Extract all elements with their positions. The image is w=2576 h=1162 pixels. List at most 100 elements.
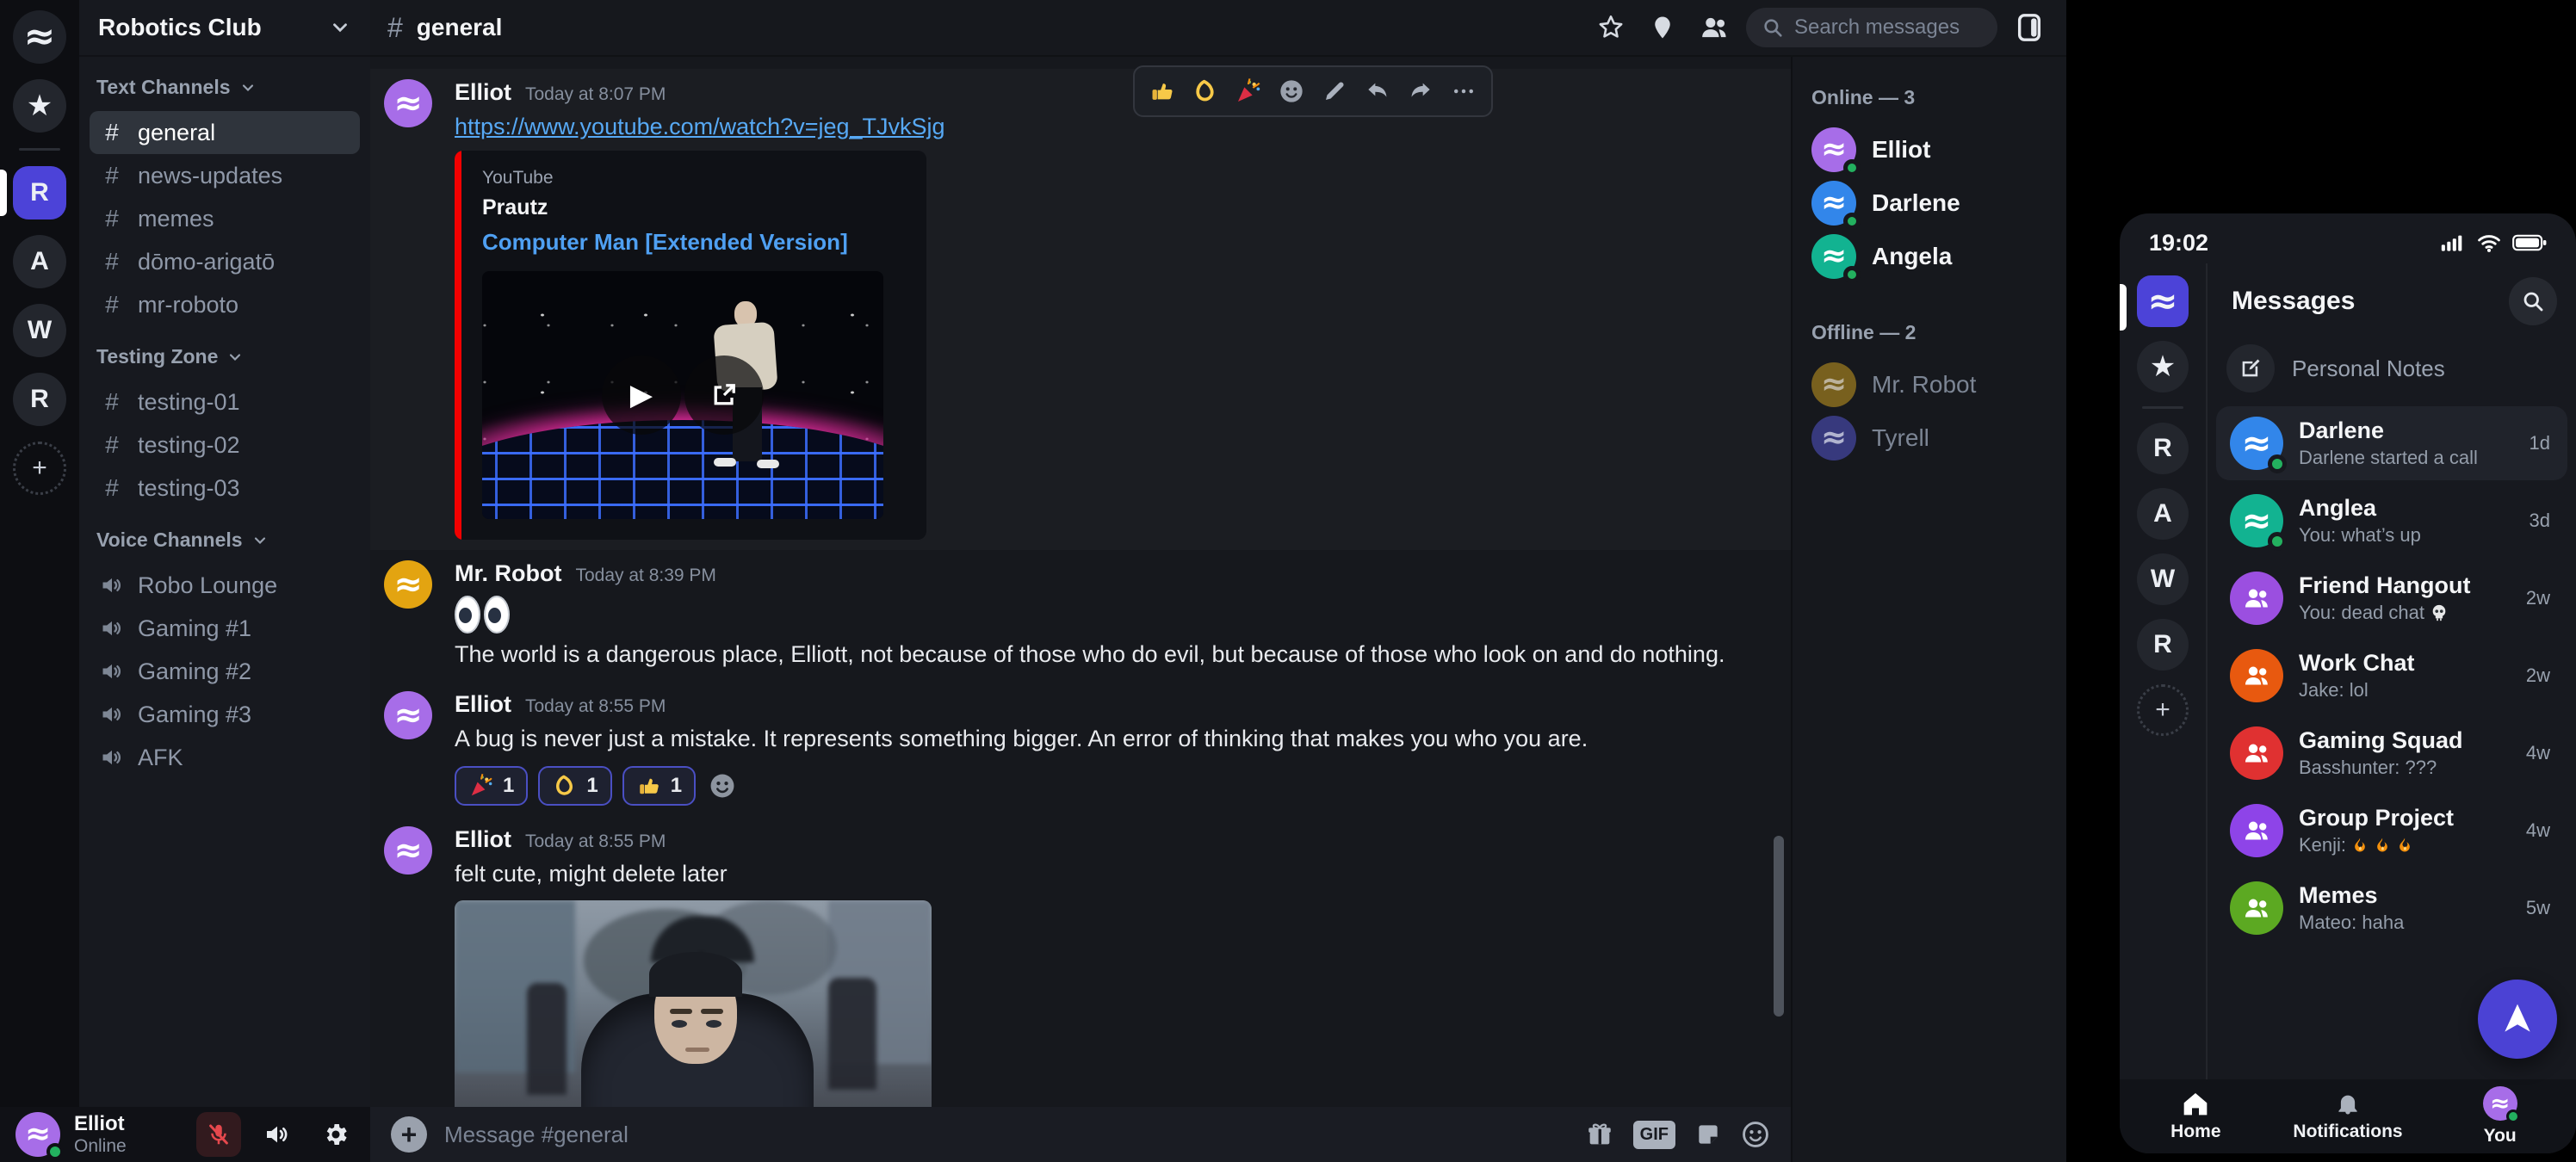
message-author[interactable]: Mr. Robot [455, 560, 561, 587]
voice-gaming-2[interactable]: Gaming #2 [90, 650, 360, 693]
channel-testing-02[interactable]: #testing-02 [90, 423, 360, 467]
reply-arrow-icon [1364, 77, 1391, 105]
toggle-panel-button[interactable] [2009, 8, 2049, 47]
member-elliot[interactable]: ≈ Elliot [1811, 123, 2047, 176]
add-reaction-button[interactable] [1273, 74, 1310, 108]
member-darlene[interactable]: ≈ Darlene [1811, 176, 2047, 230]
server-r2[interactable]: R [2137, 619, 2189, 671]
reply-button[interactable] [1359, 74, 1396, 108]
chat-group-project[interactable]: Group Project Kenji: 4w [2216, 794, 2567, 868]
voice-gaming-3[interactable]: Gaming #3 [90, 693, 360, 736]
voice-robo-lounge[interactable]: Robo Lounge [90, 564, 360, 607]
message-mr-robot[interactable]: ≈ Mr. Robot Today at 8:39 PM The world i… [370, 550, 1791, 680]
server-w[interactable]: W [13, 304, 66, 357]
search-button[interactable] [2509, 277, 2557, 325]
member-tyrell[interactable]: ≈ Tyrell [1811, 411, 2047, 465]
channel-testing-03[interactable]: #testing-03 [90, 467, 360, 510]
reaction-party-popper[interactable]: 1 [455, 766, 528, 806]
app-root: ≈ ★ R A W R [0, 0, 2576, 1162]
offline-section-label: Offline — 2 [1811, 321, 2047, 344]
message-youtube-link[interactable]: ≈ Elliot Today at 8:07 PM https://www.yo… [370, 69, 1791, 550]
more-options-button[interactable] [1445, 74, 1483, 108]
server-w[interactable]: W [2137, 553, 2189, 605]
nav-you[interactable]: ≈ You [2424, 1079, 2576, 1153]
channel-news-updates[interactable]: #news-updates [90, 154, 360, 197]
section-text-channels[interactable]: Text Channels [96, 76, 353, 99]
speaker-icon [100, 745, 124, 770]
chat-scrollbar[interactable] [1774, 836, 1784, 1017]
chat-darlene[interactable]: ≈ Darlene Darlene started a call 1d [2216, 406, 2567, 480]
server-robotics-club[interactable]: R [13, 166, 66, 219]
revolt-home-button[interactable]: ≈ [2137, 275, 2189, 327]
edit-message-button[interactable] [1316, 74, 1353, 108]
channel-domo-arigato[interactable]: #dōmo-arigatō [90, 240, 360, 283]
nav-notifications[interactable]: Notifications [2272, 1079, 2424, 1153]
search-input[interactable]: Search messages [1746, 8, 1997, 47]
server-a[interactable]: A [2137, 488, 2189, 540]
emoji-picker-button[interactable] [1741, 1120, 1770, 1149]
chat-friend-hangout[interactable]: Friend Hangout You: dead chat 2w [2216, 561, 2567, 635]
message-author[interactable]: Elliot [455, 691, 511, 718]
server-r[interactable]: R [2137, 423, 2189, 474]
chat-work-chat[interactable]: Work Chat Jake: lol 2w [2216, 639, 2567, 713]
gift-button[interactable] [1585, 1120, 1614, 1149]
react-thumbs-up-button[interactable] [1143, 74, 1181, 108]
attach-file-button[interactable]: + [391, 1116, 427, 1153]
add-reaction-button[interactable] [706, 770, 739, 802]
reaction-pinched-fingers[interactable]: 1 [538, 766, 611, 806]
server-a[interactable]: A [13, 235, 66, 288]
saved-messages-button[interactable]: ★ [2137, 341, 2189, 392]
sticker-button[interactable] [1694, 1121, 1722, 1148]
chat-time: 1d [2530, 432, 2550, 454]
message-input[interactable]: Message #general [444, 1122, 1568, 1148]
message-text: The world is a dangerous place, Elliott,… [455, 639, 1760, 670]
microphone-mute-button[interactable] [196, 1112, 241, 1157]
section-testing-zone[interactable]: Testing Zone [96, 345, 353, 368]
hash-icon: # [387, 12, 403, 44]
forward-button[interactable] [1402, 74, 1440, 108]
chat-memes[interactable]: Memes Mateo: haha 5w [2216, 871, 2567, 945]
nav-home[interactable]: Home [2120, 1079, 2272, 1153]
chat-gaming-squad[interactable]: Gaming Squad Basshunter: ??? 4w [2216, 716, 2567, 790]
message-bug-quote[interactable]: ≈ Elliot Today at 8:55 PM A bug is never… [370, 681, 1791, 816]
section-voice-channels[interactable]: Voice Channels [96, 528, 353, 552]
voice-afk[interactable]: AFK [90, 736, 360, 779]
react-party-popper-button[interactable] [1229, 74, 1267, 108]
youtube-link[interactable]: https://www.youtube.com/watch?v=jeg_TJvk… [455, 111, 1760, 142]
gif-picker-button[interactable]: GIF [1633, 1121, 1675, 1149]
chat-anglea[interactable]: ≈ Anglea You: what’s up 3d [2216, 484, 2567, 558]
deafen-button[interactable] [255, 1112, 300, 1157]
member-mr-robot[interactable]: ≈ Mr. Robot [1811, 358, 2047, 411]
settings-button[interactable] [313, 1112, 358, 1157]
embed-title[interactable]: Computer Man [Extended Version] [482, 229, 883, 256]
personal-notes-item[interactable]: Personal Notes [2208, 332, 2576, 405]
photo-attachment[interactable] [455, 900, 932, 1107]
pinned-messages-button[interactable] [1643, 8, 1682, 47]
add-server-button[interactable]: + [13, 442, 66, 495]
star-icon: ★ [2150, 349, 2176, 384]
voice-gaming-1[interactable]: Gaming #1 [90, 607, 360, 650]
channel-memes[interactable]: #memes [90, 197, 360, 240]
message-felt-cute[interactable]: ≈ Elliot Today at 8:55 PM felt cute, mig… [370, 816, 1791, 1107]
play-button[interactable]: ▶ [602, 355, 681, 435]
saved-messages-button[interactable]: ★ [13, 79, 66, 133]
members-icon [1699, 13, 1730, 42]
add-server-button[interactable]: + [2137, 684, 2189, 736]
message-author[interactable]: Elliot [455, 826, 511, 853]
user-avatar[interactable]: ≈ [15, 1112, 60, 1157]
members-toggle-button[interactable] [1694, 8, 1734, 47]
channel-general[interactable]: #general [90, 111, 360, 154]
react-pinched-fingers-button[interactable] [1186, 74, 1224, 108]
channel-mr-roboto[interactable]: #mr-roboto [90, 283, 360, 326]
reaction-thumbs-up[interactable]: 1 [622, 766, 696, 806]
server-header[interactable]: Robotics Club [79, 0, 370, 57]
message-author[interactable]: Elliot [455, 79, 511, 106]
rail-divider [2142, 406, 2183, 409]
member-angela[interactable]: ≈ Angela [1811, 230, 2047, 283]
server-r2[interactable]: R [13, 373, 66, 426]
open-external-button[interactable] [684, 355, 764, 435]
new-message-fab[interactable] [2478, 980, 2557, 1059]
revolt-logo-button[interactable]: ≈ [13, 10, 66, 64]
channel-testing-01[interactable]: #testing-01 [90, 380, 360, 423]
star-channel-button[interactable] [1591, 8, 1631, 47]
